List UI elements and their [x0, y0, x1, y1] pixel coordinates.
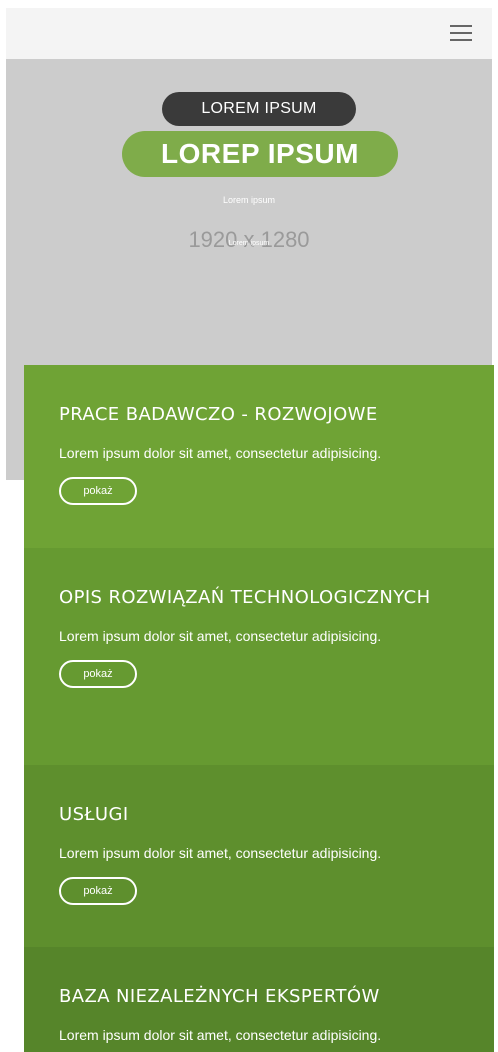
- card-technology: OPIS ROZWIĄZAŃ TECHNOLOGICZNYCH Lorem ip…: [24, 548, 494, 765]
- service-cards: PRACE BADAWCZO - ROZWOJOWE Lorem ipsum d…: [24, 365, 494, 1052]
- card-text: Lorem ipsum dolor sit amet, consectetur …: [59, 1027, 382, 1043]
- card-research: PRACE BADAWCZO - ROZWOJOWE Lorem ipsum d…: [24, 365, 494, 548]
- menu-line: [450, 39, 472, 41]
- card-title: USŁUGI: [59, 804, 129, 825]
- card-title: PRACE BADAWCZO - ROZWOJOWE: [59, 404, 378, 425]
- card-text: Lorem ipsum dolor sit amet, consectetur …: [59, 628, 382, 644]
- card-title: OPIS ROZWIĄZAŃ TECHNOLOGICZNYCH: [59, 587, 431, 608]
- show-button[interactable]: pokaż: [59, 660, 137, 688]
- card-text: Lorem ipsum dolor sit amet, consectetur …: [59, 445, 382, 461]
- card-text: Lorem ipsum dolor sit amet, consectetur …: [59, 845, 382, 861]
- menu-line: [450, 25, 472, 27]
- hero-title: LOREP IPSUM: [122, 131, 398, 177]
- menu-line: [450, 32, 472, 34]
- hamburger-menu-icon[interactable]: [450, 25, 472, 43]
- hero-subtitle: Lorem ipsum: [222, 195, 276, 205]
- page: LOREM IPSUM LOREP IPSUM Lorem ipsum 1920…: [0, 0, 498, 1052]
- top-navbar: [6, 8, 492, 59]
- hero-kicker-badge: LOREM IPSUM: [162, 92, 356, 126]
- card-services: USŁUGI Lorem ipsum dolor sit amet, conse…: [24, 765, 494, 947]
- card-title: BAZA NIEZALEŻNYCH EKSPERTÓW: [59, 986, 380, 1007]
- image-placeholder-overlay-text: Lorem ipsum: [228, 240, 270, 247]
- show-button[interactable]: pokaż: [59, 877, 137, 905]
- card-experts: BAZA NIEZALEŻNYCH EKSPERTÓW Lorem ipsum …: [24, 947, 494, 1052]
- show-button[interactable]: pokaż: [59, 477, 137, 505]
